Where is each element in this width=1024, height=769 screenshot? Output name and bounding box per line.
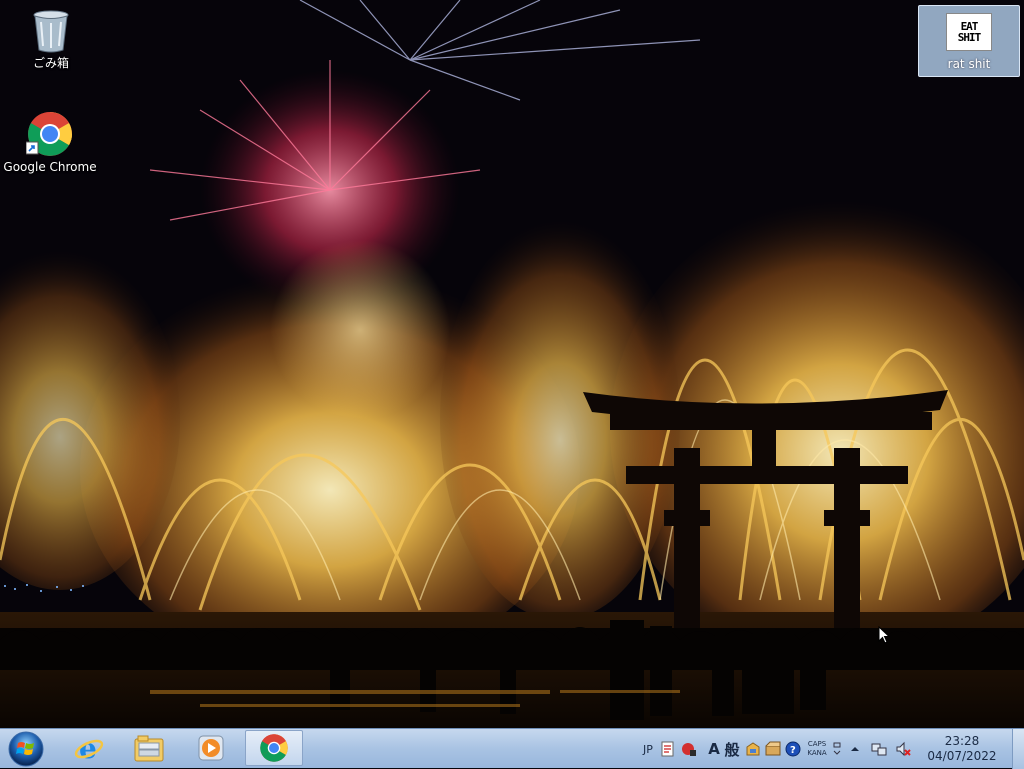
ime-conversion-mode[interactable]: 般	[722, 729, 742, 769]
desktop-icon-google-chrome[interactable]: Google Chrome	[2, 110, 98, 174]
ime-input-mode[interactable]: A	[706, 729, 722, 769]
desktop-icon-label: ごみ箱	[32, 56, 69, 70]
taskbar-windows-media-player[interactable]	[182, 730, 240, 766]
desktop-icon-rat-shit[interactable]: EAT SHIT rat shit	[918, 5, 1020, 77]
volume-muted-icon[interactable]	[894, 729, 912, 769]
caps-label: CAPS	[807, 740, 827, 748]
system-tray: JP A 般 ? CAPS KANA 23:28 04/07/2022	[636, 729, 1024, 769]
caps-kana-indicator[interactable]: CAPS KANA	[804, 729, 830, 769]
mouse-pointer-icon	[878, 625, 891, 648]
desktop-icon-recycle-bin[interactable]: ごみ箱	[3, 6, 99, 70]
folder-library-icon	[134, 735, 164, 762]
start-button[interactable]	[6, 731, 46, 767]
desktop-icon-label: rat shit	[947, 57, 991, 71]
clock[interactable]: 23:28 04/07/2022	[926, 729, 998, 769]
clock-time: 23:28	[944, 734, 980, 748]
fireworks-torii-wallpaper	[0, 0, 1024, 728]
show-desktop-button[interactable]	[1012, 729, 1024, 769]
taskbar-windows-explorer[interactable]	[120, 730, 178, 766]
desktop-icon-label: Google Chrome	[3, 160, 97, 174]
svg-text:e: e	[79, 732, 97, 764]
media-player-icon	[198, 735, 224, 761]
ime-options-chevron-icon[interactable]	[832, 729, 842, 769]
chrome-icon	[260, 734, 288, 762]
clock-date: 04/07/2022	[927, 749, 997, 763]
taskbar-internet-explorer[interactable]: e	[60, 730, 118, 766]
show-hidden-icons-chevron-up-icon[interactable]	[850, 729, 860, 769]
windows-start-orb-icon	[8, 731, 44, 767]
help-icon[interactable]: ?	[784, 729, 802, 769]
image-file-icon: EAT SHIT	[946, 13, 992, 51]
thumbnail-text: EAT SHIT	[957, 20, 982, 44]
network-icon[interactable]	[870, 729, 888, 769]
language-indicator[interactable]: JP	[638, 729, 658, 769]
kana-label: KANA	[807, 749, 827, 757]
svg-text:?: ?	[790, 745, 796, 756]
taskbar-google-chrome[interactable]	[245, 730, 303, 766]
ime-toolbox-icon[interactable]	[764, 729, 782, 769]
chrome-icon	[25, 110, 74, 158]
desktop-wallpaper	[0, 0, 1024, 728]
recycle-bin-icon	[27, 6, 75, 54]
taskbar: e JP A 般 ? CAPS KANA 23:28 04/07/2022	[0, 728, 1024, 769]
ime-dictionary-icon[interactable]	[744, 729, 762, 769]
ime-pad-icon[interactable]	[660, 729, 676, 769]
ime-tools-icon[interactable]	[680, 729, 698, 769]
internet-explorer-icon: e	[74, 732, 104, 764]
